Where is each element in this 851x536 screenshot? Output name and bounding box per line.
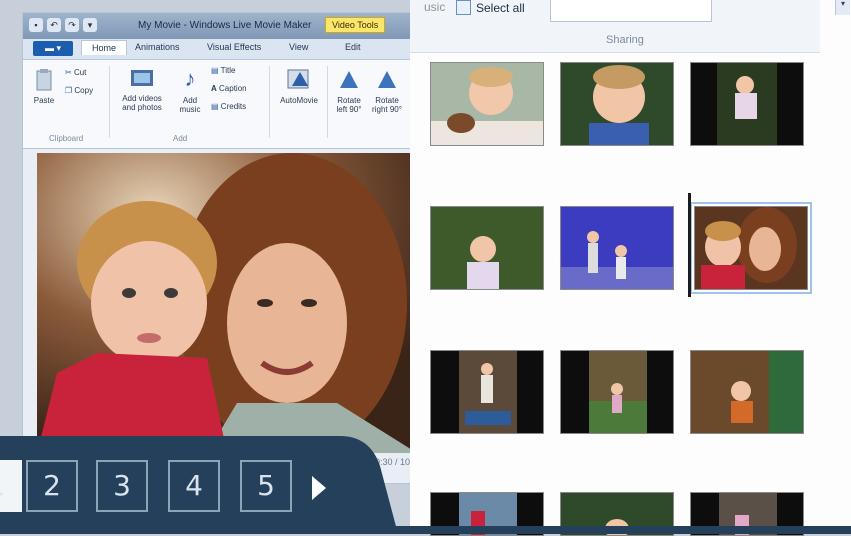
- paste-icon: [36, 69, 52, 91]
- paste-button[interactable]: Paste: [29, 68, 59, 105]
- cut-button[interactable]: ✂ Cut: [65, 68, 86, 77]
- credits-icon: ▤: [211, 102, 219, 111]
- title-button[interactable]: ▤ Title: [211, 66, 235, 75]
- file-menu-button[interactable]: ▬ ▾: [33, 41, 73, 56]
- storyboard-clip[interactable]: [560, 206, 674, 290]
- ribbon-fragment: usic Select all ▾ Sharing: [410, 0, 850, 53]
- storyboard-clip[interactable]: [690, 62, 804, 146]
- credits-label: Credits: [220, 102, 247, 111]
- qat-dropdown-icon[interactable]: ▾: [83, 18, 97, 32]
- rotate-left-icon: [340, 71, 358, 88]
- checkbox-icon: [456, 0, 471, 15]
- storyboard-clip[interactable]: [430, 350, 544, 434]
- rotate-right-button[interactable]: Rotate right 90°: [369, 66, 405, 114]
- storyboard-clip[interactable]: [560, 350, 674, 434]
- ribbon-separator: [109, 66, 110, 138]
- title-label: Title: [220, 66, 236, 75]
- cut-label: Cut: [73, 68, 87, 77]
- page-button-2[interactable]: 2: [26, 460, 78, 512]
- add-videos-label: Add videos and photos: [122, 94, 162, 112]
- automovie-label: AutoMovie: [280, 96, 318, 105]
- clip-thumbnail: [431, 207, 543, 289]
- insertion-caret: [688, 193, 691, 297]
- tab-view[interactable]: View: [289, 42, 308, 52]
- redo-icon[interactable]: ↷: [65, 18, 79, 32]
- add-videos-button[interactable]: Add videos and photos: [115, 66, 169, 112]
- sharing-group-label: Sharing: [606, 34, 644, 46]
- automovie-icon: [287, 69, 309, 89]
- title-icon: ▤: [211, 66, 219, 75]
- music-label-fragment: usic: [424, 0, 446, 14]
- storyboard-clip-selected[interactable]: [690, 202, 812, 294]
- clip-thumbnail: [561, 63, 673, 145]
- rotate-left-button[interactable]: Rotate left 90°: [331, 66, 367, 114]
- clip-thumbnail: [431, 63, 543, 145]
- undo-icon[interactable]: ↶: [47, 18, 61, 32]
- ribbon-separator: [269, 66, 270, 138]
- add-music-label: Add music: [179, 96, 201, 114]
- storyboard-clip[interactable]: [430, 206, 544, 290]
- film-photo-icon: [131, 70, 153, 86]
- scissors-icon: ✂: [65, 68, 72, 77]
- clip-thumbnail: [695, 207, 807, 289]
- next-page-arrow-icon[interactable]: [312, 476, 326, 500]
- window-title: My Movie - Windows Live Movie Maker: [138, 20, 312, 31]
- page-button-4[interactable]: 4: [168, 460, 220, 512]
- video-tools-tab[interactable]: Video Tools: [325, 17, 386, 33]
- rotate-right-icon: [378, 71, 396, 88]
- storyboard-clip[interactable]: [690, 350, 804, 434]
- copy-button[interactable]: ❐ Copy: [65, 86, 93, 95]
- add-music-button[interactable]: ♪ Add music: [173, 66, 207, 114]
- clip-thumbnail: [431, 351, 543, 433]
- copy-label: Copy: [74, 86, 94, 95]
- select-all-label: Select all: [476, 0, 525, 15]
- page-button-1[interactable]: 1: [0, 460, 22, 512]
- gallery-more-button[interactable]: ▾: [835, 0, 850, 15]
- clipboard-group-label: Clipboard: [49, 134, 84, 143]
- tab-animations[interactable]: Animations: [135, 42, 180, 52]
- pager-bottom-strip: [380, 526, 851, 534]
- tab-home[interactable]: Home: [81, 40, 128, 55]
- credits-button[interactable]: ▤ Credits: [211, 102, 246, 111]
- rotate-left-label: Rotate left 90°: [336, 96, 362, 114]
- ribbon: Paste ✂ Cut ❐ Copy Clipboard Add videos …: [23, 60, 443, 149]
- storyboard-clip[interactable]: [560, 62, 674, 146]
- automovie-button[interactable]: AutoMovie: [275, 66, 323, 105]
- sharing-gallery[interactable]: ▾: [550, 0, 850, 22]
- movie-maker-window: ▪ ↶ ↷ ▾ My Movie - Windows Live Movie Ma…: [22, 12, 444, 484]
- caption-button[interactable]: A Caption: [211, 84, 247, 93]
- caption-icon: A: [211, 84, 217, 93]
- tab-edit[interactable]: Edit: [345, 42, 361, 52]
- music-note-icon: ♪: [184, 66, 196, 91]
- caption-label: Caption: [219, 84, 247, 93]
- ribbon-tabs: ▬ ▾ Home Animations Visual Effects View …: [23, 39, 443, 60]
- preview-photo: [37, 153, 427, 453]
- video-preview[interactable]: [37, 153, 427, 453]
- save-icon[interactable]: ▪: [29, 18, 43, 32]
- paste-label: Paste: [33, 96, 55, 105]
- clip-thumbnail: [691, 63, 803, 145]
- title-bar: ▪ ↶ ↷ ▾ My Movie - Windows Live Movie Ma…: [23, 13, 443, 39]
- tab-visual-effects[interactable]: Visual Effects: [207, 42, 261, 52]
- storyboard-clip[interactable]: [430, 62, 544, 146]
- add-group-label: Add: [173, 134, 188, 143]
- ribbon-separator: [327, 66, 328, 138]
- clip-thumbnail: [691, 351, 803, 433]
- rotate-right-label: Rotate right 90°: [372, 96, 402, 114]
- copy-icon: ❐: [65, 86, 73, 95]
- select-all-checkbox[interactable]: Select all: [456, 0, 525, 15]
- clip-thumbnail: [561, 351, 673, 433]
- clip-thumbnail: [561, 207, 673, 289]
- quick-access-toolbar: ▪ ↶ ↷ ▾: [29, 18, 97, 32]
- page-button-5[interactable]: 5: [240, 460, 292, 512]
- page-button-3[interactable]: 3: [96, 460, 148, 512]
